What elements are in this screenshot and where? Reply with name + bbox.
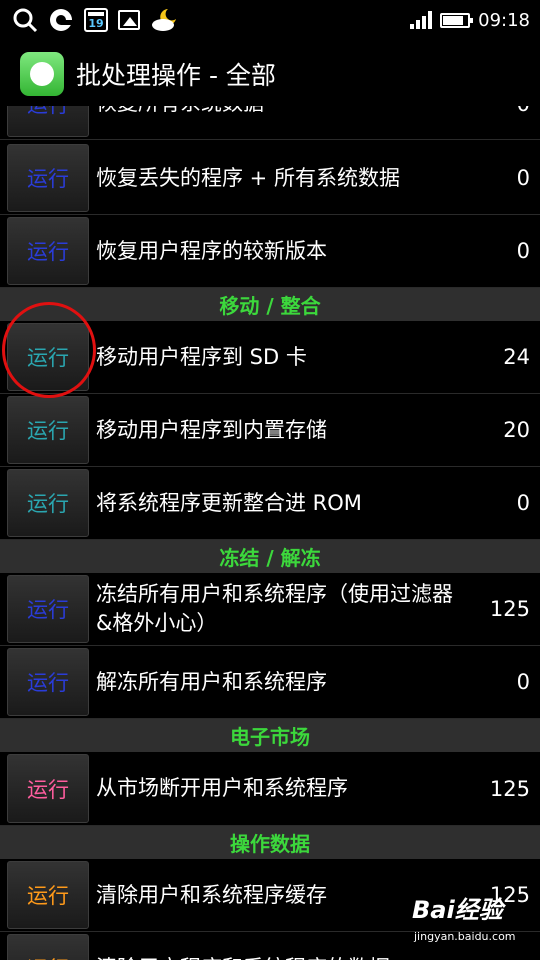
- status-bar-system: 09:18: [410, 4, 530, 36]
- list-item: 运行 移动用户程序到 SD 卡 24: [0, 321, 540, 394]
- calendar-icon: 19: [84, 8, 108, 32]
- list-item: 运行 将系统程序更新整合进 ROM 0: [0, 467, 540, 540]
- weather-icon: [152, 9, 176, 31]
- list-item: 运行 恢复用户程序的较新版本 0: [0, 215, 540, 288]
- status-bar: 19 09:18: [0, 0, 540, 40]
- app-notification-icon: [50, 9, 73, 31]
- list-item-label: 恢复丢失的程序 + 所有系统数据: [96, 165, 400, 190]
- run-button[interactable]: 运行: [7, 144, 89, 212]
- section-header-data: 操作数据: [0, 826, 540, 859]
- list-item-label: 移动用户程序到 SD 卡: [96, 344, 307, 369]
- clock: 09:18: [478, 9, 530, 31]
- run-button[interactable]: 运行: [7, 648, 89, 716]
- signal-icon: [410, 11, 433, 29]
- list-item-label: 从市场断开用户和系统程序: [96, 776, 348, 800]
- run-button[interactable]: 运行: [7, 323, 89, 391]
- list-item-count: 125: [489, 776, 530, 801]
- list-item: 运行 移动用户程序到内置存储 20: [0, 394, 540, 467]
- list-item-label: 移动用户程序到内置存储: [96, 417, 327, 442]
- watermark: Bai经验 jingyan.baidu.com: [400, 882, 540, 954]
- list-item-count: 0: [516, 239, 530, 263]
- run-button[interactable]: 运行: [7, 934, 89, 960]
- list-item-count: 0: [516, 166, 530, 190]
- list-item: 运行 冻结所有用户和系统程序（使用过滤器&格外小心） 125: [0, 573, 540, 646]
- list-item-count: 125: [489, 597, 530, 621]
- section-header-move: 移动 / 整合: [0, 288, 540, 321]
- list-item-label: 恢复所有系统数据: [96, 106, 465, 139]
- run-button[interactable]: 运行: [7, 575, 89, 643]
- section-header-market: 电子市场: [0, 719, 540, 752]
- image-icon: [118, 10, 140, 30]
- list-item-label: 解冻所有用户和系统程序: [96, 669, 327, 694]
- search-icon: [13, 8, 38, 33]
- list-item: 运行 从市场断开用户和系统程序 125: [0, 752, 540, 826]
- list-item-count: 20: [503, 418, 530, 442]
- batch-operations-list[interactable]: 运行 恢复所有系统数据 0 运行 恢复丢失的程序 + 所有系统数据 0 运行 恢…: [0, 106, 540, 960]
- status-bar-notifications: 19: [12, 4, 180, 36]
- run-button[interactable]: 运行: [7, 396, 89, 464]
- run-button[interactable]: 运行: [7, 217, 89, 285]
- list-item: 运行 恢复丢失的程序 + 所有系统数据 0: [0, 142, 540, 215]
- list-item: 运行 解冻所有用户和系统程序 0: [0, 646, 540, 719]
- section-header-freeze: 冻结 / 解冻: [0, 540, 540, 573]
- list-item-count: 0: [516, 491, 530, 515]
- watermark-url: jingyan.baidu.com: [414, 930, 516, 943]
- list-item-count: 24: [503, 345, 530, 369]
- list-item-label: 将系统程序更新整合进 ROM: [96, 490, 362, 515]
- run-button[interactable]: 运行: [7, 754, 89, 823]
- calendar-day: 19: [88, 16, 104, 30]
- run-button[interactable]: 运行: [7, 469, 89, 537]
- list-item-count: 0: [517, 106, 530, 139]
- list-item-label: 冻结所有用户和系统程序（使用过滤器&格外小心）: [96, 582, 453, 635]
- app-logo-icon[interactable]: [20, 52, 64, 96]
- battery-icon: [440, 12, 474, 28]
- list-item-count: 0: [516, 670, 530, 694]
- run-button[interactable]: 运行: [7, 861, 89, 929]
- page-title: 批处理操作 - 全部: [76, 61, 276, 90]
- list-item-label: 恢复用户程序的较新版本: [96, 238, 327, 263]
- run-button[interactable]: 运行: [7, 106, 89, 137]
- watermark-brand: Bai经验: [412, 896, 503, 924]
- list-item: 运行 恢复所有系统数据 0: [0, 106, 540, 140]
